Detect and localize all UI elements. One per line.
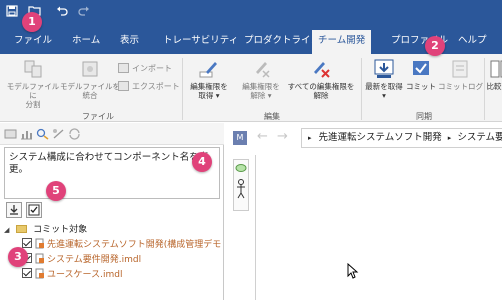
title-bar — [0, 0, 502, 24]
select-all-button[interactable] — [26, 202, 42, 218]
project-file-icon — [35, 238, 45, 249]
get-latest-icon — [374, 59, 394, 78]
undo-icon[interactable] — [56, 5, 68, 19]
model-file-icon — [35, 268, 45, 279]
callout-marker: 5 — [46, 181, 66, 201]
actor-shape-icon[interactable] — [237, 179, 245, 199]
breadcrumb-item[interactable]: 先進運転システムソフト開発 — [319, 132, 442, 143]
acquire-edit-permission-button[interactable]: 編集権限を 取得 ▾ — [184, 58, 234, 100]
item-checkbox[interactable] — [22, 268, 32, 278]
save-icon[interactable] — [6, 5, 18, 19]
merge-model-button[interactable]: モデルファイルを 統合 — [60, 58, 120, 100]
split-model-button[interactable]: モデルファイルに 分割 — [4, 58, 62, 109]
merge-model-icon — [82, 61, 98, 77]
diagram-palette — [233, 159, 249, 211]
tree-item[interactable]: ユースケース.imdl — [22, 268, 122, 282]
group-separator — [182, 58, 183, 120]
mode-badge[interactable]: M — [233, 131, 247, 145]
ribbon-panel: モデルファイルに 分割 モデルファイルを 統合 インポート エクスポート ファイ… — [0, 54, 502, 122]
commit-log-icon — [452, 60, 468, 78]
navigation-bar: M ← → ▸ 先進運転システムソフト開発 ▸ システム要件開発 — [225, 127, 502, 149]
download-icon — [10, 205, 18, 215]
tab-home[interactable]: ホーム — [66, 32, 106, 54]
forward-arrow-icon[interactable]: → — [277, 130, 288, 144]
pencil-x-icon — [256, 62, 270, 78]
tab-help[interactable]: ヘルプ — [452, 32, 493, 54]
release-all-edit-permissions-button[interactable]: すべての編集権限を 解除 — [284, 58, 358, 100]
breadcrumb-separator-icon: ▸ — [308, 134, 312, 142]
search-icon[interactable] — [36, 128, 49, 140]
tree-item[interactable]: 先進運転システムソフト開発(構成管理デモ — [22, 238, 221, 252]
merge-model-label: モデルファイルを 統合 — [60, 82, 120, 100]
get-latest-label: 最新を取得 ▾ — [365, 82, 403, 100]
tab-team-development[interactable]: チーム開発 — [312, 30, 372, 54]
download-button[interactable] — [6, 202, 22, 218]
import-label: インポート — [132, 64, 172, 73]
export-button[interactable]: エクスポート — [118, 81, 180, 92]
tree-item[interactable]: システム要件開発.imdl — [22, 253, 141, 267]
group-separator — [484, 58, 485, 120]
tree-item-label: 先進運転システムソフト開発(構成管理デモ — [47, 240, 222, 250]
commit-label: コミット — [406, 82, 436, 91]
release-edit-permission-label: 編集権限を 解除 ▾ — [242, 82, 280, 100]
commit-log-button[interactable]: コミットログ — [438, 58, 483, 91]
tab-file[interactable]: ファイル — [8, 32, 58, 54]
pane-divider — [255, 155, 256, 300]
commit-log-label: コミットログ — [438, 82, 483, 91]
breadcrumb-item[interactable]: システム要件開発 — [457, 132, 502, 143]
tree-item-label: システム要件開発.imdl — [47, 255, 142, 265]
tab-view[interactable]: 表示 — [114, 32, 145, 54]
get-latest-button[interactable]: 最新を取得 ▾ — [362, 58, 406, 100]
callout-marker: 3 — [8, 247, 28, 267]
commit-message-input[interactable]: システム構成に合わせてコンポーネント名を変更。 — [4, 147, 220, 199]
model-file-icon — [35, 253, 45, 264]
mouse-cursor-icon — [347, 263, 359, 279]
commit-pane: システム構成に合わせてコンポーネント名を変更。 ◢ コミット対象 先進運転システ… — [0, 123, 224, 300]
model-icon[interactable] — [4, 128, 17, 140]
commit-button[interactable]: コミット — [404, 58, 438, 91]
link-icon[interactable] — [52, 128, 65, 140]
callout-marker: 4 — [192, 152, 212, 172]
tree-item-label: ユースケース.imdl — [47, 270, 123, 280]
compare-label: 比較 — [486, 82, 502, 91]
sync-group-label: 同期 — [416, 112, 432, 121]
release-all-icon — [314, 62, 330, 78]
compare-icon — [490, 60, 502, 78]
tab-traceability[interactable]: トレーサビリティ — [157, 32, 244, 54]
pencil-icon — [199, 62, 217, 78]
breadcrumb-separator-icon: ▸ — [447, 134, 452, 142]
edit-group-label: 編集 — [264, 112, 280, 121]
checkbox-icon — [28, 204, 40, 216]
redo-icon[interactable] — [78, 5, 90, 19]
release-all-edit-permissions-label: すべての編集権限を 解除 — [287, 82, 355, 100]
split-model-icon — [24, 60, 42, 78]
folder-icon — [16, 225, 28, 233]
export-icon — [118, 81, 129, 91]
item-checkbox[interactable] — [22, 238, 32, 248]
usecase-shape-icon[interactable] — [235, 164, 247, 172]
acquire-edit-permission-label: 編集権限を 取得 ▾ — [190, 82, 228, 100]
back-arrow-icon[interactable]: ← — [257, 130, 268, 144]
callout-marker: 2 — [425, 36, 445, 56]
compare-button[interactable]: 比較 — [486, 58, 502, 91]
import-button[interactable]: インポート — [118, 63, 172, 74]
release-edit-permission-button[interactable]: 編集権限を 解除 ▾ — [236, 58, 286, 100]
commit-icon — [413, 61, 429, 75]
import-icon — [118, 63, 129, 73]
tree-root[interactable]: ◢ コミット対象 — [4, 223, 87, 237]
collapse-icon[interactable]: ◢ — [4, 226, 9, 234]
callout-marker: 1 — [22, 12, 42, 32]
commit-pane-toolbar — [0, 123, 224, 145]
file-group-label: ファイル — [82, 112, 114, 121]
diagram-pane: M ← → ▸ 先進運転システムソフト開発 ▸ システム要件開発 — [225, 123, 502, 300]
tree-root-label: コミット対象 — [33, 225, 88, 235]
chart-icon[interactable] — [20, 128, 33, 140]
export-label: エクスポート — [132, 82, 180, 91]
sync-icon[interactable] — [68, 128, 81, 140]
split-model-label: モデルファイルに 分割 — [6, 82, 60, 109]
breadcrumb: ▸ 先進運転システムソフト開発 ▸ システム要件開発 — [301, 128, 502, 148]
